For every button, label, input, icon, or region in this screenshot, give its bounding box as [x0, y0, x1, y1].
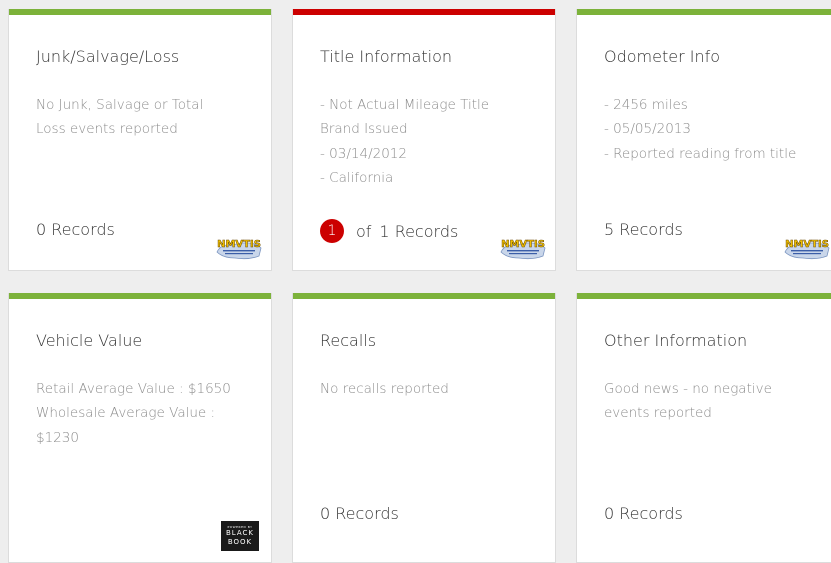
card-title: Other Information — [604, 331, 748, 350]
detail-line: No recalls reported — [320, 381, 449, 397]
records-label: 0 Records — [604, 504, 683, 523]
records-count[interactable]: 0 Records — [36, 220, 115, 239]
odometer-info-card: Odometer Info - 2456 miles - 05/05/2013 … — [576, 9, 831, 271]
junk-salvage-loss-card: Junk/Salvage/Loss No Junk, Salvage or To… — [8, 9, 272, 271]
detail-line: - 05/05/2013 — [604, 121, 691, 138]
card-status-bar — [9, 9, 271, 15]
detail-line: - California — [320, 169, 394, 186]
card-title: Odometer Info — [604, 47, 721, 66]
detail-line: Retail Average Value : $1650 — [36, 381, 231, 397]
recalls-card: Recalls No recalls reported 0 Records — [292, 293, 556, 563]
records-label: 0 Records — [36, 220, 115, 239]
svg-text:NMVTIS: NMVTIS — [217, 239, 261, 250]
blackbook-logo: POWERED BY BLACK BOOK — [221, 521, 259, 551]
card-title: Title Information — [320, 47, 452, 66]
card-details: No recalls reported — [320, 377, 541, 401]
card-details: Good news - no negative events reported — [604, 377, 825, 426]
detail-line: - 03/14/2012 — [320, 145, 407, 162]
card-status-bar — [293, 9, 555, 15]
card-details: No Junk, Salvage or Total Loss events re… — [36, 93, 257, 142]
card-details: - 2456 miles - 05/05/2013 - Reported rea… — [604, 93, 825, 166]
title-information-card: Title Information - Not Actual Mileage T… — [292, 9, 556, 271]
detail-line: - Reported reading from title — [604, 145, 797, 162]
card-title: Junk/Salvage/Loss — [36, 47, 180, 66]
card-status-bar — [577, 9, 831, 15]
detail-line: Good news - no negative events reported — [604, 381, 772, 422]
records-of-label: of — [356, 221, 372, 241]
records-count[interactable]: 0 Records — [604, 504, 683, 523]
card-title: Recalls — [320, 331, 377, 350]
record-badge: 1 — [320, 219, 344, 243]
detail-line: Wholesale Average Value : $1230 — [36, 405, 216, 446]
detail-line: - Not Actual Mileage Title Brand Issued — [320, 97, 490, 138]
nmvtis-logo: NMVTIS — [216, 239, 262, 260]
card-status-bar — [293, 293, 555, 299]
svg-text:NMVTIS: NMVTIS — [501, 239, 545, 250]
records-count[interactable]: 5 Records — [604, 220, 683, 239]
detail-line: No Junk, Salvage or Total Loss events re… — [36, 97, 204, 138]
nmvtis-logo: NMVTIS — [500, 239, 546, 260]
records-count[interactable]: 0 Records — [320, 504, 399, 523]
card-status-bar — [9, 293, 271, 299]
card-status-bar — [577, 293, 831, 299]
nmvtis-logo: NMVTIS — [784, 239, 830, 260]
card-details: - Not Actual Mileage Title Brand Issued … — [320, 93, 541, 190]
records-label: 5 Records — [604, 220, 683, 239]
records-count[interactable]: 1 of 1 Records — [320, 219, 458, 243]
svg-text:NMVTIS: NMVTIS — [785, 239, 829, 250]
records-label: 0 Records — [320, 504, 399, 523]
card-title: Vehicle Value — [36, 331, 143, 350]
records-label: 1 Records — [379, 221, 459, 241]
other-information-card: Other Information Good news - no negativ… — [576, 293, 831, 563]
vehicle-value-card: Vehicle Value Retail Average Value : $16… — [8, 293, 272, 563]
detail-line: - 2456 miles — [604, 97, 688, 113]
card-details: Retail Average Value : $1650 Wholesale A… — [36, 377, 257, 450]
